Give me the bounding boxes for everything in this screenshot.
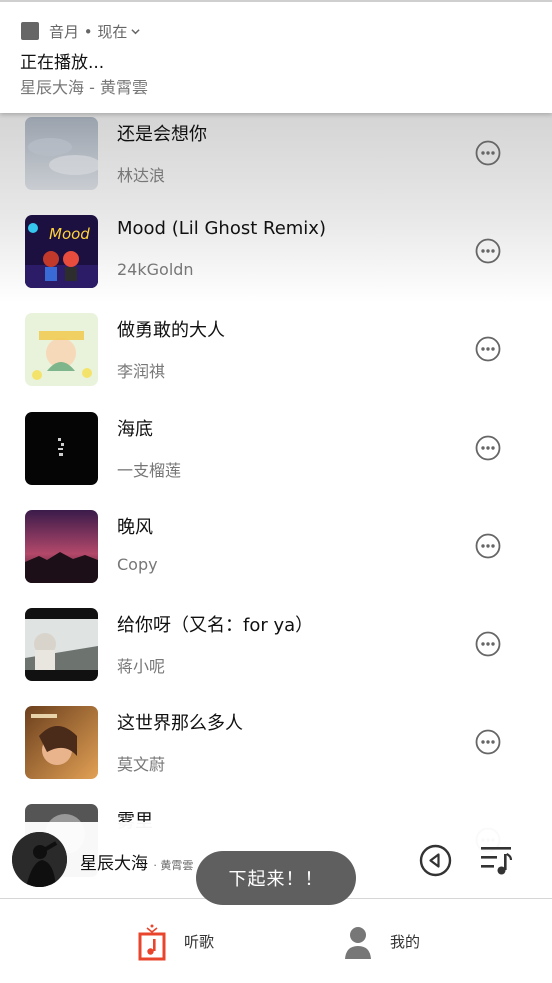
notification-subtitle: 星辰大海 - 黄霄雲 [20, 78, 148, 97]
song-title: Mood (Lil Ghost Remix) [117, 218, 326, 240]
svg-text:Mood: Mood [49, 225, 90, 243]
now-playing-cover[interactable] [12, 832, 67, 887]
more-options-icon[interactable] [475, 336, 501, 362]
album-cover [25, 117, 98, 190]
song-row[interactable]: Mood Mood (Lil Ghost Remix) 24kGoldn [0, 203, 552, 301]
tab-listen-label: 听歌 [184, 933, 215, 951]
song-artist: 莫文蔚 [117, 755, 166, 775]
now-playing-title: 星辰大海 · 黄霄雲 [80, 849, 193, 874]
album-cover [25, 706, 98, 780]
song-row[interactable]: 这世界那么多人 莫文蔚 [0, 694, 552, 792]
album-cover [25, 509, 98, 583]
music-note-tab-icon [138, 924, 166, 960]
song-title: 这世界那么多人 [117, 713, 243, 735]
song-list: 还是会想你 林达浪 Mood Mood (Lil Ghost Remix) 24… [0, 105, 552, 891]
song-artist: 蒋小呢 [117, 656, 166, 676]
song-row[interactable]: 做勇敢的大人 李润祺 [0, 301, 552, 399]
song-row[interactable]: 海底 一支榴莲 [0, 400, 552, 498]
song-row[interactable]: 还是会想你 林达浪 [0, 105, 552, 203]
chevron-down-icon[interactable] [131, 27, 140, 36]
album-cover [25, 411, 98, 485]
song-artist: 一支榴莲 [117, 460, 182, 480]
now-playing-artist: · 黄霄雲 [153, 859, 194, 872]
more-options-icon[interactable] [475, 533, 501, 559]
now-playing-notification[interactable]: 音月 • 现在 正在播放... 星辰大海 - 黄霄雲 [0, 0, 552, 113]
song-artist: 24kGoldn [117, 260, 194, 280]
song-title: 给你呀（又名：for ya） [117, 614, 314, 636]
song-artist: 李润祺 [117, 362, 166, 382]
album-cover [25, 313, 98, 387]
tab-listen[interactable]: 听歌 [136, 899, 214, 983]
notification-title: 正在播放... [20, 53, 105, 73]
playlist-queue-icon[interactable] [478, 842, 514, 878]
more-options-icon[interactable] [475, 238, 501, 264]
tab-me-label: 我的 [390, 933, 421, 951]
previous-track-icon[interactable] [419, 844, 452, 877]
song-row[interactable]: 给你呀（又名：for ya） 蒋小呢 [0, 596, 552, 694]
album-cover [25, 607, 98, 681]
song-artist: Copy [117, 554, 158, 574]
song-row[interactable]: 晚风 Copy [0, 498, 552, 596]
more-options-icon[interactable] [475, 435, 501, 461]
more-options-icon[interactable] [475, 631, 501, 657]
more-options-icon[interactable] [475, 140, 501, 166]
app-icon [21, 22, 39, 40]
more-options-icon[interactable] [475, 729, 501, 755]
notification-header: 音月 • 现在 [21, 21, 140, 41]
now-playing-song: 星辰大海 [80, 854, 148, 874]
notification-app-line: 音月 • 现在 [49, 22, 128, 41]
song-artist: 林达浪 [117, 166, 166, 185]
song-title: 晚风 [117, 516, 153, 538]
album-cover: Mood [25, 215, 98, 289]
bottom-navigation: 听歌 我的 [0, 898, 552, 983]
tab-me[interactable]: 我的 [342, 899, 420, 983]
song-title: 海底 [117, 418, 153, 440]
user-profile-icon [345, 926, 371, 959]
song-title: 做勇敢的大人 [117, 320, 225, 342]
song-title: 还是会想你 [117, 124, 207, 145]
toast-message: 下起来！！ [196, 851, 356, 905]
